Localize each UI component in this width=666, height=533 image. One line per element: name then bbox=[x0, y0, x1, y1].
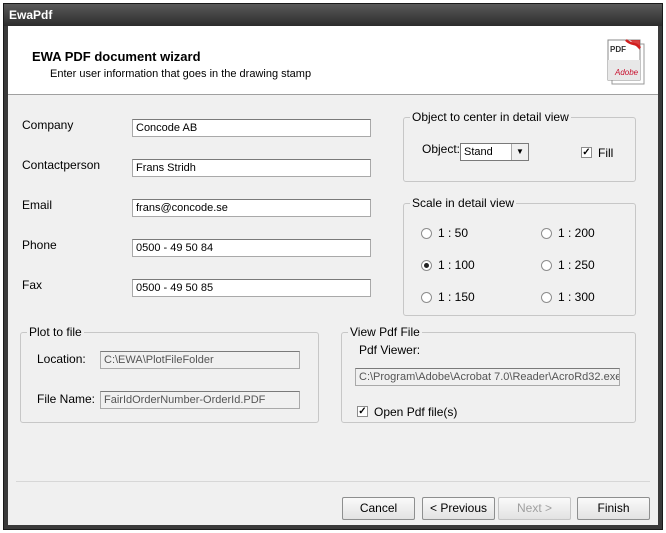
scale-radio-1-100[interactable] bbox=[421, 260, 432, 271]
object-label: Object: bbox=[422, 142, 461, 156]
location-field[interactable]: C:\EWA\PlotFileFolder bbox=[100, 351, 300, 369]
center-object-legend: Object to center in detail view bbox=[410, 110, 571, 124]
view-pdf-legend: View Pdf File bbox=[348, 325, 422, 339]
object-select[interactable]: Stand ▼ bbox=[460, 143, 529, 161]
filename-field[interactable]: FairIdOrderNumber-OrderId.PDF bbox=[100, 391, 300, 409]
wizard-client-area: EWA PDF document wizard Enter user infor… bbox=[8, 26, 658, 525]
email-input[interactable]: frans@concode.se bbox=[132, 199, 371, 217]
center-object-group: Object to center in detail view Object: … bbox=[403, 110, 636, 182]
fax-label: Fax bbox=[22, 278, 43, 292]
location-label: Location: bbox=[37, 352, 86, 366]
wizard-subtitle: Enter user information that goes in the … bbox=[50, 68, 312, 80]
fax-input[interactable]: 0500 - 49 50 85 bbox=[132, 279, 371, 297]
scale-radio-1-150[interactable] bbox=[421, 292, 432, 303]
next-button[interactable]: Next > bbox=[498, 497, 571, 520]
scale-radio-1-300[interactable] bbox=[541, 292, 552, 303]
fill-checkbox[interactable]: ✓ bbox=[581, 147, 592, 158]
chevron-down-icon[interactable]: ▼ bbox=[511, 144, 528, 160]
scale-radio-1-50[interactable] bbox=[421, 228, 432, 239]
contactperson-input[interactable]: Frans Stridh bbox=[132, 159, 371, 177]
wizard-header: EWA PDF document wizard Enter user infor… bbox=[8, 26, 658, 95]
scale-radio-1-250[interactable] bbox=[541, 260, 552, 271]
pdf-viewer-field[interactable]: C:\Program\Adobe\Acrobat 7.0\Reader\Acro… bbox=[355, 368, 620, 386]
view-pdf-group: View Pdf File Pdf Viewer: C:\Program\Ado… bbox=[341, 325, 636, 423]
email-label: Email bbox=[22, 198, 53, 212]
separator-line bbox=[16, 481, 650, 482]
fill-label: Fill bbox=[598, 146, 614, 160]
company-label: Company bbox=[22, 118, 74, 132]
phone-input[interactable]: 0500 - 49 50 84 bbox=[132, 239, 371, 257]
pdf-viewer-label: Pdf Viewer: bbox=[359, 343, 421, 357]
contactperson-label: Contactperson bbox=[22, 158, 101, 172]
scale-label-1-250: 1 : 250 bbox=[558, 258, 595, 272]
window-title: EwaPdf bbox=[9, 8, 53, 22]
object-select-value: Stand bbox=[464, 146, 493, 158]
company-input[interactable]: Concode AB bbox=[132, 119, 371, 137]
open-pdf-label: Open Pdf file(s) bbox=[374, 405, 458, 419]
open-pdf-checkbox[interactable]: ✓ bbox=[357, 406, 368, 417]
scale-label-1-100: 1 : 100 bbox=[438, 258, 475, 272]
scale-label-1-200: 1 : 200 bbox=[558, 226, 595, 240]
scale-label-1-50: 1 : 50 bbox=[438, 226, 469, 240]
cancel-button[interactable]: Cancel bbox=[342, 497, 415, 520]
scale-group: Scale in detail view 1 : 50 1 : 200 1 : … bbox=[403, 196, 636, 316]
title-bar[interactable]: EwaPdf bbox=[4, 4, 662, 26]
finish-button[interactable]: Finish bbox=[577, 497, 650, 520]
scale-label-1-150: 1 : 150 bbox=[438, 290, 475, 304]
adobe-pdf-logo-icon: PDF Adobe bbox=[607, 39, 645, 85]
scale-radio-1-200[interactable] bbox=[541, 228, 552, 239]
wizard-window: EwaPdf EWA PDF document wizard Enter use… bbox=[3, 3, 663, 530]
scale-legend: Scale in detail view bbox=[410, 196, 517, 210]
wizard-title: EWA PDF document wizard bbox=[32, 49, 201, 64]
phone-label: Phone bbox=[22, 238, 57, 252]
filename-label: File Name: bbox=[37, 392, 96, 406]
logo-pdf-text: PDF bbox=[610, 45, 626, 54]
scale-label-1-300: 1 : 300 bbox=[558, 290, 595, 304]
previous-button[interactable]: < Previous bbox=[422, 497, 495, 520]
plot-to-file-group: Plot to file Location: C:\EWA\PlotFileFo… bbox=[20, 325, 319, 423]
plot-to-file-legend: Plot to file bbox=[27, 325, 84, 339]
logo-adobe-text: Adobe bbox=[614, 68, 639, 77]
